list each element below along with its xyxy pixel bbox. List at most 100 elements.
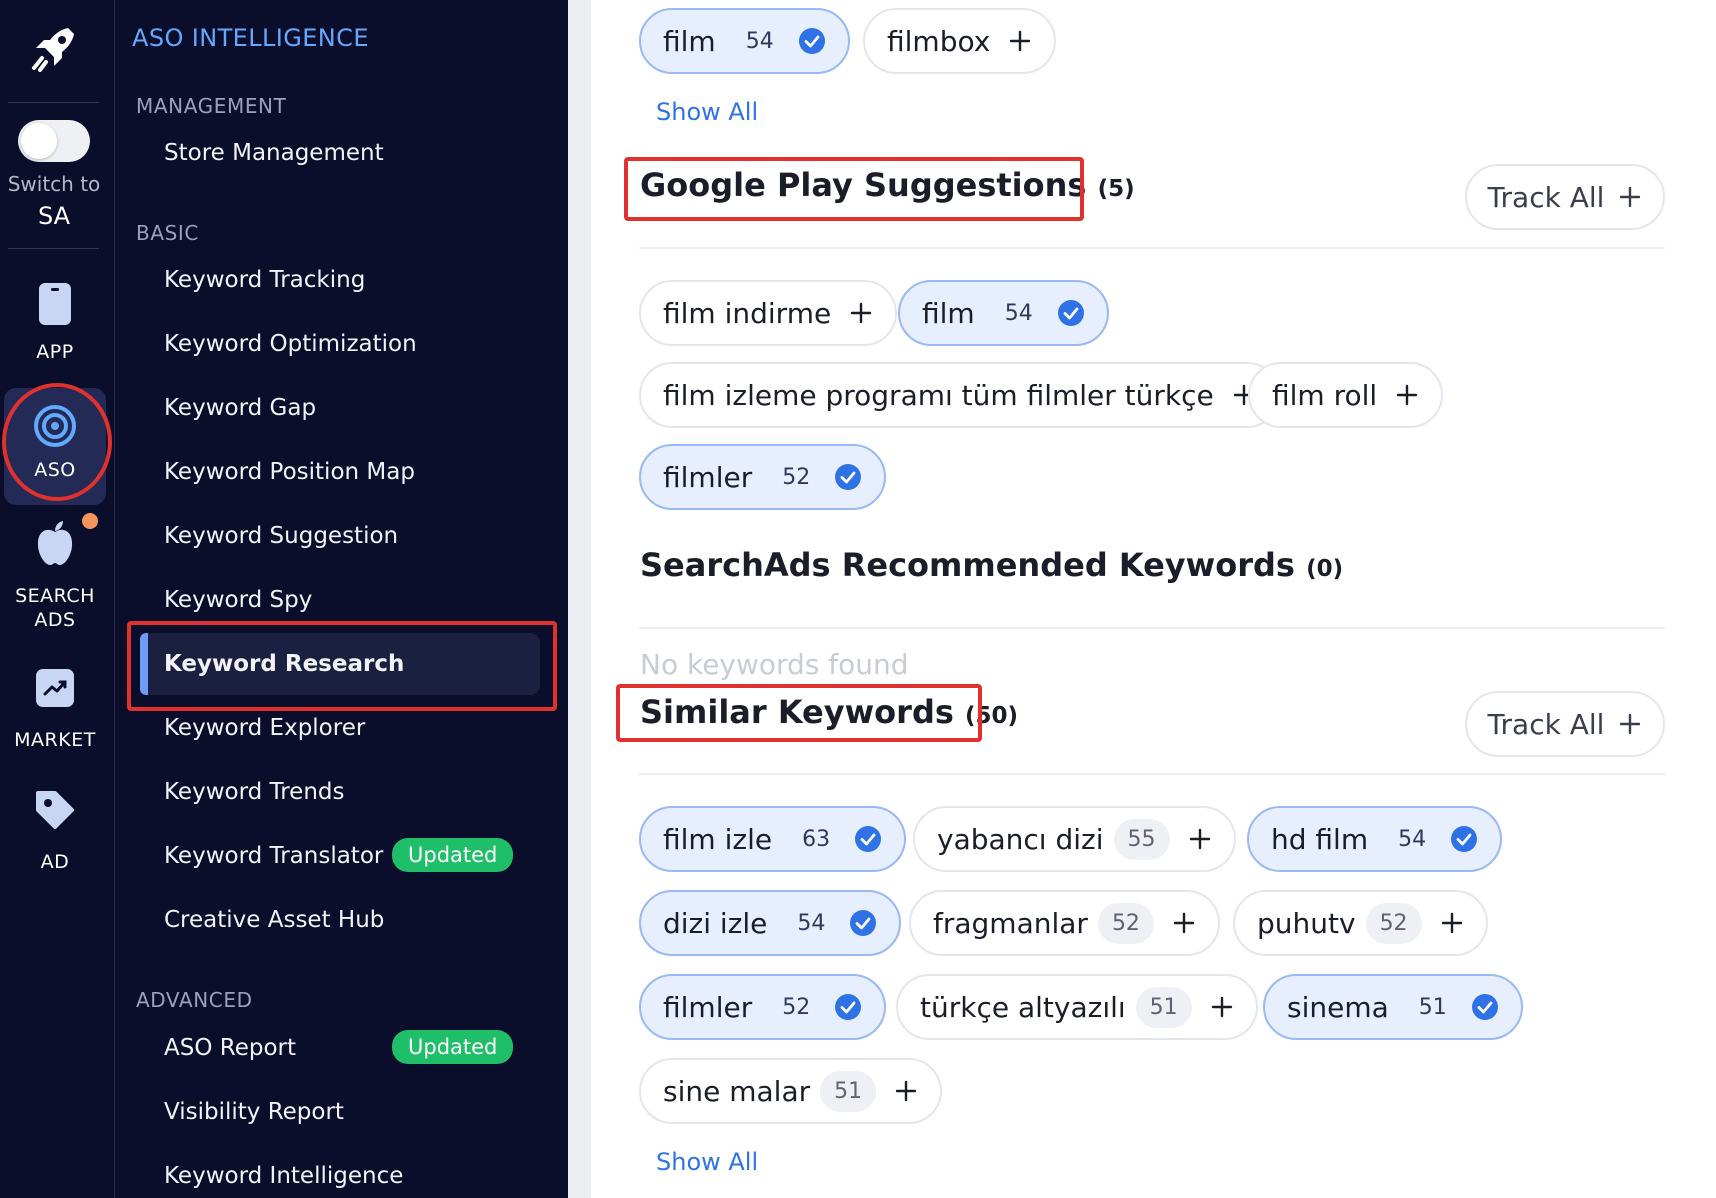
- rail-divider: [8, 102, 99, 103]
- sa-switch-toggle[interactable]: [18, 120, 90, 162]
- keyword-chip[interactable]: fragmanlar 52: [909, 890, 1220, 956]
- keyword-chip[interactable]: film indirme: [639, 280, 898, 346]
- keyword-chip[interactable]: puhutv 52: [1233, 890, 1488, 956]
- track-all-label: Track All: [1487, 707, 1605, 741]
- menu-item-keyword-optimization[interactable]: Keyword Optimization: [164, 331, 417, 357]
- plus-icon[interactable]: [1008, 29, 1032, 53]
- plus-icon[interactable]: [1188, 827, 1212, 851]
- menu-item-keyword-tracking[interactable]: Keyword Tracking: [164, 267, 365, 293]
- phone-icon: [39, 283, 71, 325]
- menu-item-keyword-intelligence[interactable]: Keyword Intelligence: [164, 1163, 403, 1189]
- rail-item-search-ads[interactable]: SEARCH ADS: [4, 520, 106, 632]
- check-circle-icon[interactable]: [798, 27, 826, 55]
- menu-item-keyword-position-map[interactable]: Keyword Position Map: [164, 459, 415, 485]
- check-circle-icon[interactable]: [854, 825, 882, 853]
- keyword-chip[interactable]: türkçe altyazılı 51: [896, 974, 1258, 1040]
- keyword-chip[interactable]: sinema 51: [1263, 974, 1523, 1040]
- updated-badge: Updated: [392, 838, 514, 872]
- check-circle-icon[interactable]: [849, 909, 877, 937]
- rail-label-app: APP: [36, 341, 74, 363]
- keyword-chip[interactable]: film izleme programı tüm filmler türkçe: [639, 362, 1280, 428]
- keyword-text: film roll: [1272, 378, 1378, 412]
- menu-item-creative-asset-hub[interactable]: Creative Asset Hub: [164, 907, 384, 933]
- menu-item-keyword-translator[interactable]: Keyword Translator: [164, 843, 383, 869]
- keyword-chip[interactable]: film roll: [1248, 362, 1444, 428]
- menu-title: ASO INTELLIGENCE: [132, 24, 369, 52]
- show-all-link[interactable]: Show All: [656, 98, 758, 126]
- keyword-score: 52: [782, 994, 811, 1020]
- keyword-text: fragmanlar: [933, 906, 1088, 940]
- plus-icon[interactable]: [1210, 995, 1234, 1019]
- keyword-score: 52: [1365, 902, 1422, 944]
- check-circle-icon[interactable]: [1450, 825, 1478, 853]
- menu-item-keyword-spy[interactable]: Keyword Spy: [164, 587, 312, 613]
- plus-icon[interactable]: [1440, 911, 1464, 935]
- keyword-text: film izle: [663, 822, 773, 856]
- keyword-chip[interactable]: filmler 52: [639, 974, 887, 1040]
- section-advanced: ADVANCED: [136, 988, 253, 1012]
- keyword-text: filmbox: [887, 24, 991, 58]
- icon-rail: Switch to SA APP ASO SEARCH ADS MARKET A…: [0, 0, 115, 1198]
- rail-item-app[interactable]: APP: [4, 282, 106, 364]
- keyword-score: 51: [1135, 986, 1192, 1028]
- show-all-link[interactable]: Show All: [656, 1148, 758, 1176]
- updated-badge: Updated: [392, 1030, 514, 1064]
- track-all-label: Track All: [1487, 180, 1605, 214]
- keyword-chip[interactable]: film izle 63: [639, 806, 907, 872]
- keyword-chip[interactable]: sine malar 51: [639, 1058, 943, 1124]
- highlight-box-similar: [616, 684, 982, 742]
- menu-item-keyword-trends[interactable]: Keyword Trends: [164, 779, 344, 805]
- keyword-text: sinema: [1287, 990, 1389, 1024]
- keyword-chip[interactable]: dizi izle 54: [639, 890, 902, 956]
- menu-item-visibility-report[interactable]: Visibility Report: [164, 1099, 344, 1125]
- plus-icon[interactable]: [849, 301, 873, 325]
- keyword-text: sine malar: [663, 1074, 811, 1108]
- rocket-logo-icon[interactable]: [24, 18, 84, 78]
- aso-menu-panel: ASO INTELLIGENCE MANAGEMENT Store Manage…: [115, 0, 568, 1198]
- keyword-score: 54: [1398, 826, 1427, 852]
- highlight-box-google-play: [624, 157, 1084, 221]
- section-divider: [639, 773, 1665, 775]
- keyword-text: film: [922, 296, 975, 330]
- keyword-chip[interactable]: film 54: [898, 280, 1109, 346]
- switch-value: SA: [37, 202, 71, 230]
- rail-label-ad: AD: [40, 851, 70, 873]
- menu-item-keyword-suggestion[interactable]: Keyword Suggestion: [164, 523, 398, 549]
- keyword-text: filmler: [663, 990, 753, 1024]
- menu-item-aso-report[interactable]: ASO Report: [164, 1035, 296, 1061]
- track-all-button[interactable]: Track All: [1465, 164, 1665, 230]
- section-divider: [639, 627, 1665, 629]
- menu-item-store-management[interactable]: Store Management: [164, 140, 384, 166]
- plus-icon[interactable]: [1172, 911, 1196, 935]
- rail-label-market: MARKET: [14, 729, 96, 751]
- tag-icon: [36, 791, 74, 829]
- keyword-score: 55: [1113, 818, 1170, 860]
- keyword-text: filmler: [663, 460, 753, 494]
- section-divider: [639, 247, 1665, 249]
- section-title-text: SearchAds Recommended Keywords: [640, 546, 1295, 584]
- section-management: MANAGEMENT: [136, 94, 287, 118]
- trend-chart-icon: [36, 669, 74, 707]
- track-all-button[interactable]: Track All: [1465, 691, 1665, 757]
- rail-item-ad[interactable]: AD: [4, 790, 106, 874]
- menu-item-keyword-explorer[interactable]: Keyword Explorer: [164, 715, 365, 741]
- menu-item-keyword-gap[interactable]: Keyword Gap: [164, 395, 316, 421]
- keyword-chip[interactable]: filmbox: [863, 8, 1057, 74]
- keyword-chip[interactable]: filmler 52: [639, 444, 887, 510]
- check-circle-icon[interactable]: [834, 463, 862, 491]
- keyword-text: yabancı dizi: [937, 822, 1104, 856]
- keyword-chip[interactable]: film 54: [639, 8, 850, 74]
- keyword-score: 52: [782, 464, 811, 490]
- keyword-score: 54: [745, 28, 774, 54]
- rail-item-market[interactable]: MARKET: [4, 668, 106, 752]
- section-count: (5): [1097, 176, 1135, 202]
- check-circle-icon[interactable]: [1471, 993, 1499, 1021]
- plus-icon[interactable]: [894, 1079, 918, 1103]
- check-circle-icon[interactable]: [1057, 299, 1085, 327]
- plus-icon[interactable]: [1395, 383, 1419, 407]
- check-circle-icon[interactable]: [834, 993, 862, 1021]
- empty-state-text: No keywords found: [640, 648, 909, 681]
- keyword-chip[interactable]: yabancı dizi 55: [913, 806, 1236, 872]
- keyword-chip[interactable]: hd film 54: [1247, 806, 1503, 872]
- keyword-score: 54: [1004, 300, 1033, 326]
